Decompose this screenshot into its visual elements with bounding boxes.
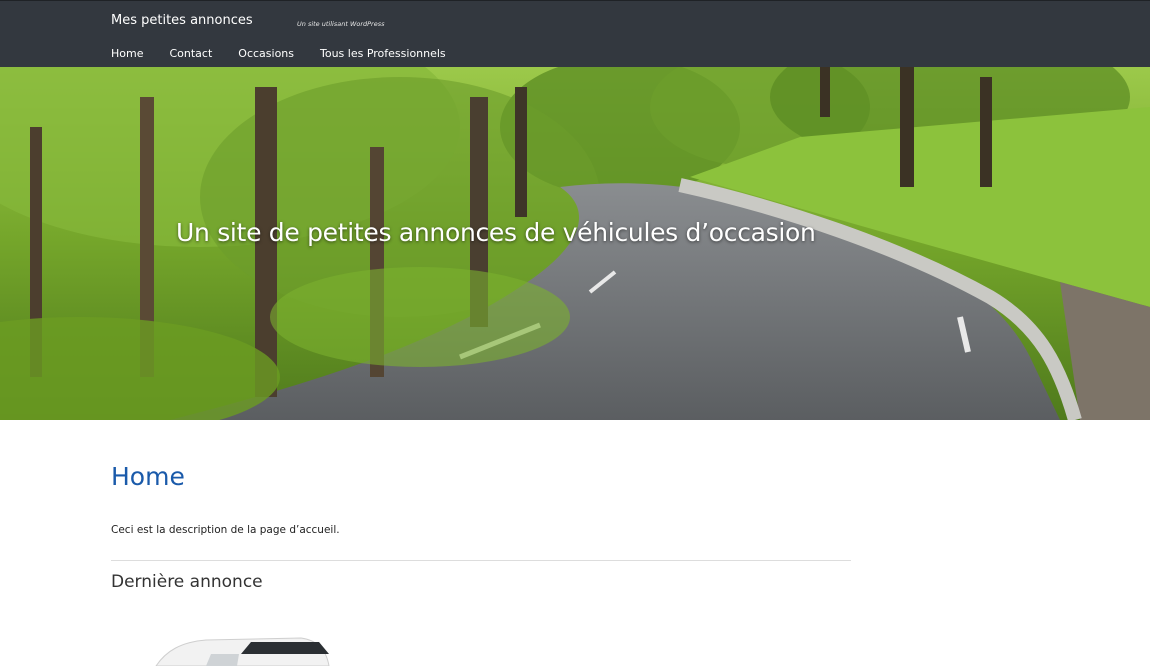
nav-item-professionnels[interactable]: Tous les Professionnels	[320, 47, 446, 60]
main-nav: Home Contact Occasions Tous les Professi…	[111, 47, 472, 60]
latest-listing-car-image[interactable]	[151, 626, 351, 666]
page-description: Ceci est la description de la page d’acc…	[111, 524, 340, 536]
content-divider	[111, 560, 851, 561]
page-title: Home	[111, 462, 185, 491]
nav-item-occasions[interactable]: Occasions	[238, 47, 294, 60]
top-header: Mes petites annonces Un site utilisant W…	[0, 0, 1150, 67]
hero-banner: Un site de petites annonces de véhicules…	[0, 67, 1150, 420]
hero-headline: Un site de petites annonces de véhicules…	[176, 218, 816, 247]
site-tagline: Un site utilisant WordPress	[297, 20, 385, 28]
nav-item-home[interactable]: Home	[111, 47, 143, 60]
site-title-link[interactable]: Mes petites annonces	[111, 13, 253, 28]
latest-listing-heading: Dernière annonce	[111, 572, 263, 592]
nav-item-contact[interactable]: Contact	[169, 47, 212, 60]
